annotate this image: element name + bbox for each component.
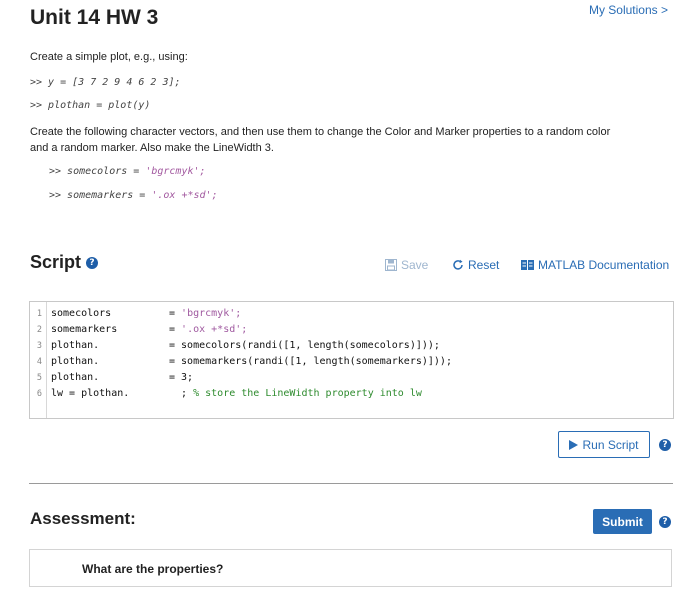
intro-text: Create a simple plot, e.g., using: — [30, 51, 188, 63]
code-line[interactable]: 2 somemarkers = '.ox +*sd'; — [30, 322, 673, 338]
documentation-label: MATLAB Documentation — [538, 258, 670, 272]
script-heading-label: Script — [30, 252, 82, 272]
code-example-somecolors-value: 'bgrcmyk'; — [145, 166, 206, 177]
run-script-label: Run Script — [582, 437, 639, 452]
code-left: plothan. — [51, 356, 100, 367]
code-right: = somemarkers(randi([1, length(somemarke… — [169, 356, 452, 367]
save-label: Save — [401, 258, 429, 272]
section-divider — [29, 483, 673, 484]
code-line[interactable]: 5 plothan. = 3; — [30, 370, 673, 386]
code-example-somemarkers-prefix: >> somemarkers = — [49, 190, 152, 201]
play-icon — [569, 439, 579, 450]
code-example-somecolors: >> somecolors = 'bgrcmyk'; — [49, 166, 206, 177]
code-example-y: >> y = [3 7 2 9 4 6 2 3]; — [30, 77, 181, 88]
code-right: = 'bgrcmyk'; — [169, 306, 241, 322]
page-title: Unit 14 HW 3 — [30, 6, 159, 29]
instruction-paragraph-line2: and a random marker. Also make the LineW… — [30, 142, 274, 154]
code-left: somecolors — [51, 308, 112, 319]
line-number: 4 — [36, 357, 42, 367]
code-example-somemarkers-value: '.ox +*sd'; — [151, 190, 218, 201]
code-right: = 3; — [169, 372, 194, 383]
code-right: = somecolors(randi([1, length(somecolors… — [169, 340, 440, 351]
save-button[interactable]: Save — [385, 258, 428, 272]
reset-button[interactable]: Reset — [452, 258, 499, 272]
documentation-icon — [521, 260, 534, 270]
code-operator: ; — [169, 388, 194, 399]
save-icon — [385, 259, 397, 271]
code-operator: = — [169, 324, 182, 335]
code-line[interactable]: 3 plothan. = somecolors(randi([1, length… — [30, 338, 673, 354]
assessment-question: What are the properties? — [82, 562, 224, 576]
line-number: 5 — [36, 373, 42, 383]
script-heading: Script ? — [30, 252, 99, 273]
assessment-heading: Assessment: — [30, 509, 136, 528]
line-number: 1 — [36, 309, 42, 319]
line-number: 2 — [36, 325, 42, 335]
code-example-y-value: [3 7 2 9 4 6 2 3]; — [72, 77, 181, 88]
code-example-somecolors-prefix: >> somecolors = — [49, 166, 146, 177]
code-operator: = — [169, 308, 182, 319]
line-number: 6 — [36, 389, 42, 399]
code-line[interactable]: 4 plothan. = somemarkers(randi([1, lengt… — [30, 354, 673, 370]
code-example-plot: >> plothan = plot(y) — [30, 100, 151, 111]
code-line[interactable]: 1 somecolors = 'bgrcmyk'; — [30, 306, 673, 322]
script-editor[interactable]: 1 somecolors = 'bgrcmyk'; 2 somemarkers … — [29, 301, 674, 419]
code-left: lw = plothan. — [51, 388, 130, 399]
code-string: '.ox +*sd'; — [181, 324, 248, 335]
code-example-y-prefix: >> y = — [30, 77, 73, 88]
submit-button[interactable]: Submit — [593, 509, 652, 534]
code-left: somemarkers — [51, 324, 118, 335]
code-example-somemarkers: >> somemarkers = '.ox +*sd'; — [49, 190, 218, 201]
code-string: 'bgrcmyk'; — [181, 308, 242, 319]
matlab-documentation-link[interactable]: MATLAB Documentation — [521, 258, 669, 272]
reset-label: Reset — [468, 258, 500, 272]
reset-icon — [453, 259, 463, 270]
code-right: ; % store the LineWidth property into lw — [169, 386, 422, 402]
submit-help-icon[interactable]: ? — [659, 516, 671, 528]
code-right: = '.ox +*sd'; — [169, 322, 247, 338]
my-solutions-link[interactable]: My Solutions > — [589, 3, 668, 17]
line-number: 3 — [36, 341, 42, 351]
run-help-icon[interactable]: ? — [659, 439, 671, 451]
code-left: plothan. — [51, 372, 100, 383]
code-line[interactable]: 6 lw = plothan. ; % store the LineWidth … — [30, 386, 673, 402]
code-comment: % store the LineWidth property into lw — [193, 388, 422, 399]
help-icon[interactable]: ? — [86, 256, 99, 269]
run-script-button[interactable]: Run Script — [558, 431, 650, 458]
instruction-paragraph-line1: Create the following character vectors, … — [30, 126, 611, 138]
code-left: plothan. — [51, 340, 100, 351]
